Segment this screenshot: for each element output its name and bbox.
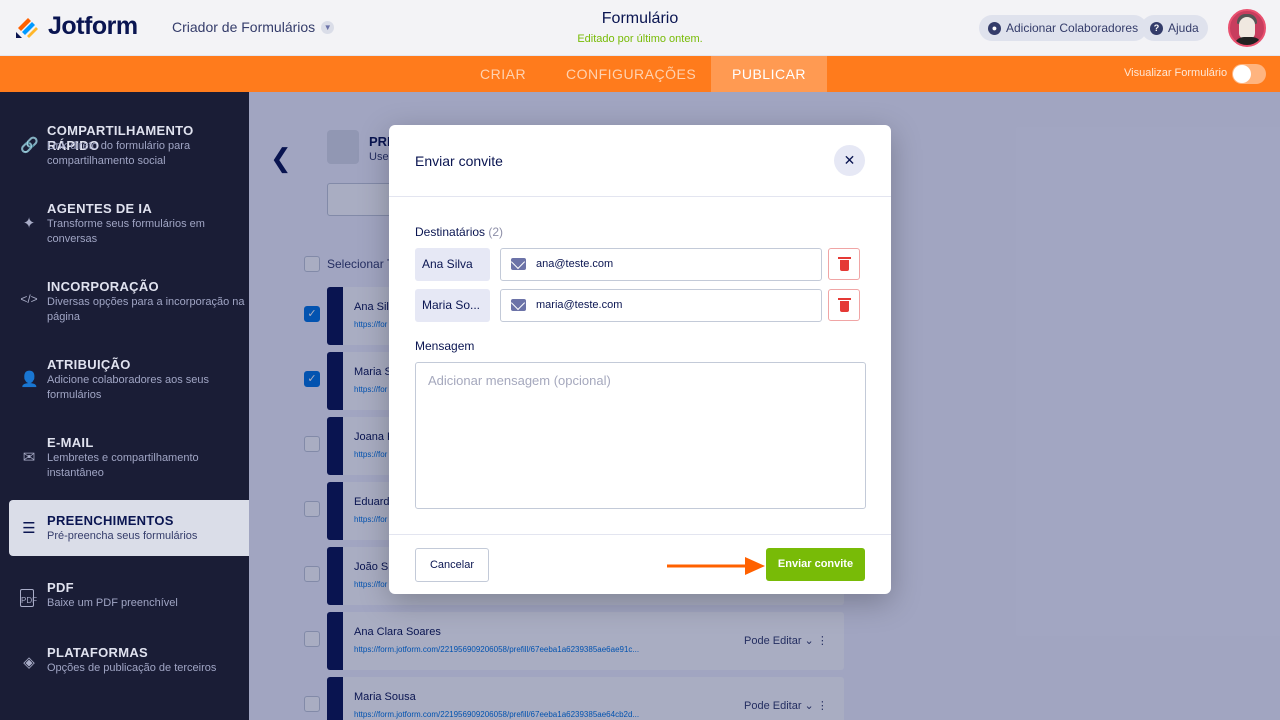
modal-footer-divider xyxy=(389,534,891,535)
stack-icon: ☰ xyxy=(22,520,36,537)
tab-criar[interactable]: CRIAR xyxy=(480,56,526,92)
tab-publicar[interactable]: PUBLICAR xyxy=(711,56,828,92)
recipients-label: Destinatários (2) xyxy=(415,225,503,239)
sidebar-item-pdf[interactable]: PDF PDF Baixe um PDF preenchível xyxy=(0,579,249,619)
recipient-name: Maria So... xyxy=(415,289,490,322)
message-label: Mensagem xyxy=(415,339,475,353)
sidebar-item-title: INCORPORAÇÃO xyxy=(47,279,159,294)
sidebar-item-desc: Diversas opções para a incorporação na p… xyxy=(47,296,245,323)
sidebar-item-title: E-MAIL xyxy=(47,435,94,450)
avatar-face xyxy=(1239,17,1255,39)
recipient-email-field[interactable]: ana@teste.com xyxy=(500,248,822,281)
user-icon: ● xyxy=(988,21,1001,35)
delete-recipient-button[interactable] xyxy=(828,289,860,321)
avatar-body xyxy=(1234,37,1262,45)
sidebar-item-desc: Baixe um PDF preenchível xyxy=(47,597,178,609)
sidebar-item-platforms[interactable]: ◈ PLATAFORMAS Opções de publicação de te… xyxy=(0,644,249,684)
pdf-icon: PDF xyxy=(20,589,37,607)
delete-recipient-button[interactable] xyxy=(828,248,860,280)
recipient-email: maria@teste.com xyxy=(536,299,623,311)
code-icon: </> xyxy=(20,292,38,306)
message-textarea[interactable] xyxy=(415,362,866,509)
link-icon: 🔗 xyxy=(20,137,39,154)
recipients-count: (2) xyxy=(488,225,504,239)
help-label: Ajuda xyxy=(1168,21,1199,35)
modal-header: Enviar convite ✕ xyxy=(389,125,891,197)
send-invite-button[interactable]: Enviar convite xyxy=(766,548,865,581)
top-bar: Jotform Criador de Formulários ▼ Formulá… xyxy=(0,0,1280,56)
sidebar-item-embed[interactable]: </> INCORPORAÇÃO Diversas opções para a … xyxy=(0,278,249,328)
recipient-email-field[interactable]: maria@teste.com xyxy=(500,289,822,322)
send-invite-modal: Enviar convite ✕ Destinatários (2) Ana S… xyxy=(389,125,891,594)
sidebar-item-desc: Adicione colaboradores aos seus formulár… xyxy=(47,374,210,401)
sidebar-item-prefills[interactable]: ☰ PREENCHIMENTOS Pré-preencha seus formu… xyxy=(9,500,249,556)
sidebar-item-title: PDF xyxy=(47,580,74,595)
sidebar-item-title: PREENCHIMENTOS xyxy=(47,513,174,528)
sidebar-item-desc: Link direto do formulário para compartil… xyxy=(47,140,191,167)
publish-sidebar: 🔗 COMPARTILHAMENTO RÁPIDO Link direto do… xyxy=(0,92,249,720)
envelope-icon xyxy=(511,258,526,270)
sidebar-item-email[interactable]: ✉ E-MAIL Lembretes e compartilhamento in… xyxy=(0,434,249,484)
tab-configuracoes[interactable]: CONFIGURAÇÕES xyxy=(566,56,696,92)
sidebar-item-desc: Opções de publicação de terceiros xyxy=(47,662,217,674)
help-button[interactable]: ? Ajuda xyxy=(1141,15,1208,41)
sidebar-item-desc: Pré-preencha seus formulários xyxy=(47,530,198,542)
modal-title: Enviar convite xyxy=(415,153,503,169)
sidebar-item-ai-agents[interactable]: ✦ AGENTES DE IA Transforme seus formulár… xyxy=(0,200,249,250)
avatar[interactable] xyxy=(1228,9,1266,47)
user-add-icon: 👤 xyxy=(20,371,39,388)
recipient-name: Ana Silva xyxy=(415,248,490,281)
add-collaborators-button[interactable]: ● Adicionar Colaboradores xyxy=(979,15,1148,41)
sidebar-item-desc: Lembretes e compartilhamento instantâneo xyxy=(47,452,199,479)
sidebar-item-title: AGENTES DE IA xyxy=(47,201,153,216)
envelope-icon xyxy=(511,299,526,311)
trash-icon xyxy=(838,257,851,271)
recipient-email: ana@teste.com xyxy=(536,258,614,270)
preview-form-label: Visualizar Formulário xyxy=(1124,67,1228,79)
preview-form-toggle[interactable] xyxy=(1232,64,1266,84)
sidebar-item-assign[interactable]: 👤 ATRIBUIÇÃO Adicione colaboradores aos … xyxy=(0,356,249,406)
sidebar-item-quick-share[interactable]: 🔗 COMPARTILHAMENTO RÁPIDO Link direto do… xyxy=(0,122,249,172)
mail-icon: ✉ xyxy=(22,449,36,466)
close-icon[interactable]: ✕ xyxy=(834,145,865,176)
sidebar-item-desc: Transforme seus formulários em conversas xyxy=(47,218,205,245)
recipients-label-text: Destinatários xyxy=(415,225,486,239)
annotation-arrow-icon xyxy=(667,557,765,575)
help-icon: ? xyxy=(1150,21,1163,35)
sparkle-icon: ✦ xyxy=(22,215,36,232)
add-collaborators-label: Adicionar Colaboradores xyxy=(1006,21,1139,35)
layers-icon: ◈ xyxy=(23,654,35,671)
trash-icon xyxy=(838,298,851,312)
sidebar-item-title: PLATAFORMAS xyxy=(47,645,149,660)
cancel-button[interactable]: Cancelar xyxy=(415,548,489,582)
sidebar-item-title: ATRIBUIÇÃO xyxy=(47,357,131,372)
builder-nav-bar: CRIAR CONFIGURAÇÕES PUBLICAR Visualizar … xyxy=(0,56,1280,92)
